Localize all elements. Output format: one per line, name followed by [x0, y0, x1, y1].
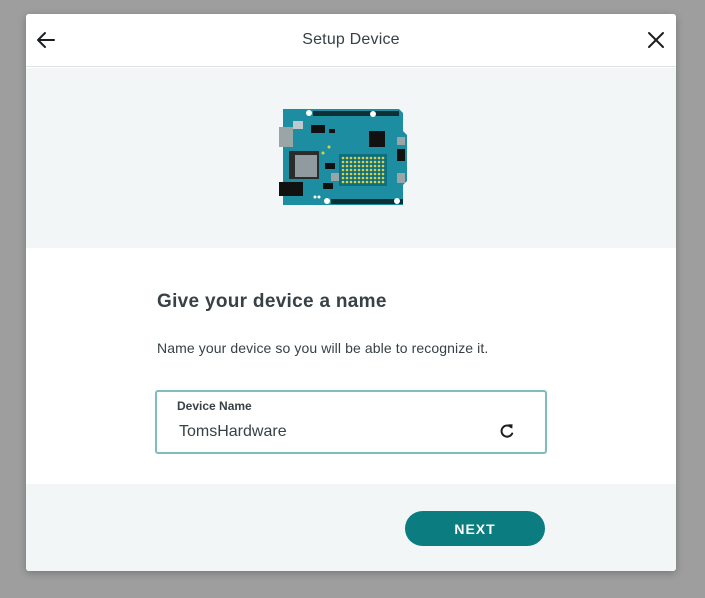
section-heading: Give your device a name: [157, 291, 387, 312]
dialog-header: Setup Device: [26, 14, 676, 67]
device-name-field: Device Name: [155, 390, 547, 454]
dialog-title: Setup Device: [302, 31, 400, 48]
setup-device-dialog: Setup Device Give your device a name Nam…: [26, 14, 676, 571]
close-button[interactable]: [644, 28, 668, 52]
next-button[interactable]: NEXT: [405, 511, 545, 546]
refresh-name-button[interactable]: [497, 421, 517, 441]
dialog-footer: NEXT: [26, 484, 676, 571]
refresh-icon: [500, 424, 514, 438]
section-description: Name your device so you will be able to …: [157, 340, 489, 356]
name-form-section: Give your device a name Name your device…: [26, 248, 676, 484]
device-name-input[interactable]: [179, 421, 479, 443]
hero-panel: [26, 68, 676, 248]
close-icon: [648, 32, 664, 48]
arduino-board-illustration: [279, 109, 407, 205]
device-name-label: Device Name: [177, 399, 252, 413]
